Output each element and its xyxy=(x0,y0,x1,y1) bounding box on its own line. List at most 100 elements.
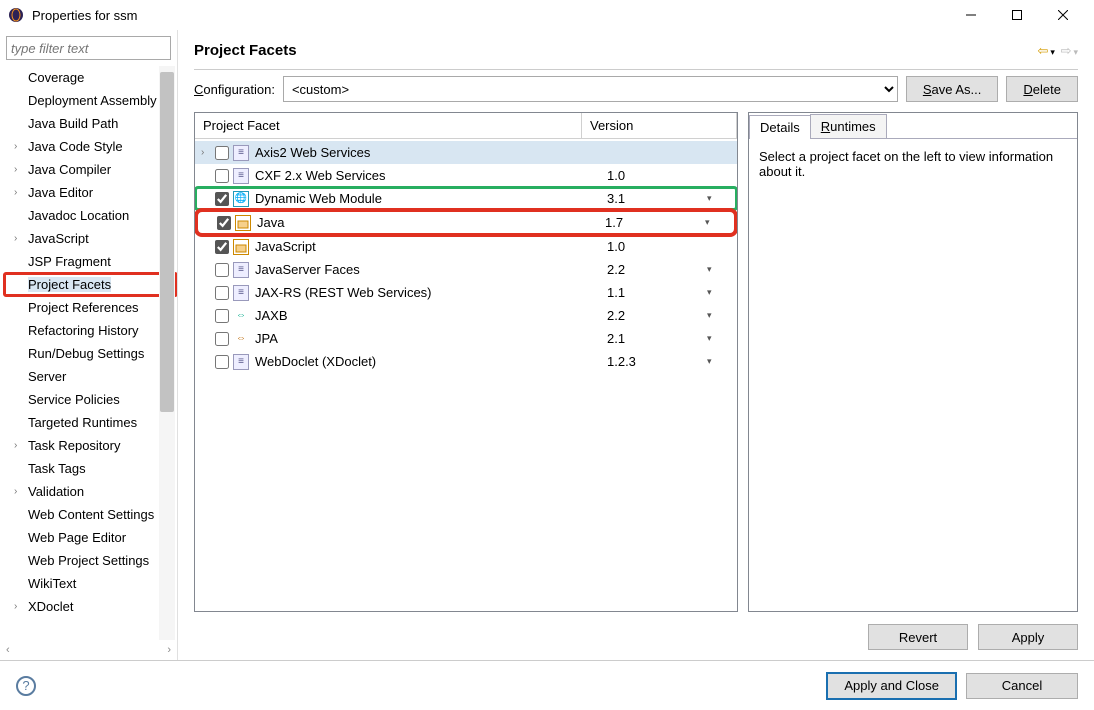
facet-name: JPA xyxy=(253,331,607,346)
tree-scrollbar[interactable] xyxy=(159,66,175,640)
facet-version: 2.2 xyxy=(607,308,707,323)
facet-name: JAXB xyxy=(253,308,607,323)
sidebar-item-xdoclet[interactable]: ›XDoclet xyxy=(4,595,177,618)
tab-runtimes[interactable]: Runtimes xyxy=(810,114,887,138)
sidebar-item-label: Project References xyxy=(28,300,139,315)
version-dropdown-icon[interactable]: ▾ xyxy=(707,193,737,204)
sidebar-item-label: Run/Debug Settings xyxy=(28,346,144,361)
revert-button[interactable]: Revert xyxy=(868,624,968,650)
sidebar-item-project-references[interactable]: Project References xyxy=(4,296,177,319)
version-dropdown-icon[interactable]: ▾ xyxy=(705,217,735,228)
sidebar-item-web-project-settings[interactable]: Web Project Settings xyxy=(4,549,177,572)
sidebar-item-run-debug-settings[interactable]: Run/Debug Settings xyxy=(4,342,177,365)
sidebar-item-label: Server xyxy=(28,369,66,384)
sidebar-item-javascript[interactable]: ›JavaScript xyxy=(4,227,177,250)
facet-row-jaxb[interactable]: ⇔JAXB2.2▾ xyxy=(195,304,737,327)
sidebar-item-jsp-fragment[interactable]: JSP Fragment xyxy=(4,250,177,273)
window-title: Properties for ssm xyxy=(32,8,137,23)
facet-name: CXF 2.x Web Services xyxy=(253,168,607,183)
facet-name: JAX-RS (REST Web Services) xyxy=(253,285,607,300)
facet-checkbox[interactable] xyxy=(215,309,229,323)
filter-input[interactable] xyxy=(6,36,171,60)
facet-row-javascript[interactable]: JavaScript1.0 xyxy=(195,235,737,258)
column-header-facet[interactable]: Project Facet xyxy=(195,113,582,138)
sidebar-item-targeted-runtimes[interactable]: Targeted Runtimes xyxy=(4,411,177,434)
detail-panel: Details Runtimes Select a project facet … xyxy=(748,112,1078,612)
web-icon: 🌐 xyxy=(233,191,249,207)
facet-checkbox[interactable] xyxy=(215,169,229,183)
sidebar-item-label: XDoclet xyxy=(28,599,74,614)
sidebar-item-java-code-style[interactable]: ›Java Code Style xyxy=(4,135,177,158)
facet-version: 1.0 xyxy=(607,168,707,183)
sidebar-item-label: Web Content Settings xyxy=(28,507,154,522)
facet-checkbox[interactable] xyxy=(215,286,229,300)
sidebar-item-label: Java Build Path xyxy=(28,116,118,131)
version-dropdown-icon[interactable]: ▾ xyxy=(707,310,737,321)
minimize-button[interactable] xyxy=(948,0,994,30)
facet-checkbox[interactable] xyxy=(215,146,229,160)
version-dropdown-icon[interactable]: ▾ xyxy=(707,287,737,298)
configuration-label: Configuration: xyxy=(194,82,275,97)
sidebar-item-label: JavaScript xyxy=(28,231,89,246)
sidebar-item-label: Java Code Style xyxy=(28,139,123,154)
sidebar-item-label: Task Tags xyxy=(28,461,86,476)
facet-row-java[interactable]: Java1.7▾ xyxy=(197,211,735,234)
tab-details[interactable]: Details xyxy=(749,115,811,139)
sidebar-item-java-compiler[interactable]: ›Java Compiler xyxy=(4,158,177,181)
sidebar-item-server[interactable]: Server xyxy=(4,365,177,388)
facet-version: 3.1 xyxy=(607,191,707,206)
sidebar-item-javadoc-location[interactable]: Javadoc Location xyxy=(4,204,177,227)
doc-icon: ≡ xyxy=(233,354,249,370)
version-dropdown-icon[interactable]: ▾ xyxy=(707,264,737,275)
version-dropdown-icon[interactable]: ▾ xyxy=(707,356,737,367)
sidebar-item-web-content-settings[interactable]: Web Content Settings xyxy=(4,503,177,526)
sidebar-item-coverage[interactable]: Coverage xyxy=(4,66,177,89)
sidebar-item-task-tags[interactable]: Task Tags xyxy=(4,457,177,480)
sidebar-item-web-page-editor[interactable]: Web Page Editor xyxy=(4,526,177,549)
sidebar-item-label: Javadoc Location xyxy=(28,208,129,223)
save-as-button[interactable]: Save As... xyxy=(906,76,999,102)
java-icon xyxy=(233,239,249,255)
facet-row-axis2-web-services[interactable]: ›≡Axis2 Web Services xyxy=(195,141,737,164)
sidebar-item-label: Web Page Editor xyxy=(28,530,126,545)
facet-row-cxf-2-x-web-services[interactable]: ≡ CXF 2.x Web Services1.0 xyxy=(195,164,737,187)
category-tree[interactable]: CoverageDeployment Assembly Java Build Pa… xyxy=(0,66,177,640)
facet-checkbox[interactable] xyxy=(215,192,229,206)
apply-button[interactable]: Apply xyxy=(978,624,1078,650)
facet-checkbox[interactable] xyxy=(215,263,229,277)
cancel-button[interactable]: Cancel xyxy=(966,673,1078,699)
configuration-select[interactable]: <custom> xyxy=(283,76,898,102)
sidebar-item-label: Web Project Settings xyxy=(28,553,149,568)
sidebar-item-project-facets[interactable]: Project Facets xyxy=(4,273,177,296)
tree-horizontal-scroll[interactable]: ‹› xyxy=(0,640,177,660)
close-button[interactable] xyxy=(1040,0,1086,30)
facet-name: WebDoclet (XDoclet) xyxy=(253,354,607,369)
sidebar-item-task-repository[interactable]: ›Task Repository xyxy=(4,434,177,457)
facet-checkbox[interactable] xyxy=(215,240,229,254)
sidebar-item-service-policies[interactable]: Service Policies xyxy=(4,388,177,411)
column-header-version[interactable]: Version xyxy=(582,113,737,138)
sidebar-item-refactoring-history[interactable]: Refactoring History xyxy=(4,319,177,342)
sidebar-item-validation[interactable]: ›Validation xyxy=(4,480,177,503)
facet-checkbox[interactable] xyxy=(215,332,229,346)
maximize-button[interactable] xyxy=(994,0,1040,30)
facet-checkbox[interactable] xyxy=(215,355,229,369)
titlebar: Properties for ssm xyxy=(0,0,1094,30)
sidebar-item-java-build-path[interactable]: Java Build Path xyxy=(4,112,177,135)
facet-row-jax-rs-rest-web-services-[interactable]: ≡JAX-RS (REST Web Services)1.1▾ xyxy=(195,281,737,304)
facet-checkbox[interactable] xyxy=(217,216,231,230)
facet-row-webdoclet-xdoclet-[interactable]: ≡WebDoclet (XDoclet)1.2.3▾ xyxy=(195,350,737,373)
doc-icon: ≡ xyxy=(233,168,249,184)
sidebar-item-java-editor[interactable]: ›Java Editor xyxy=(4,181,177,204)
delete-button[interactable]: Delete xyxy=(1006,76,1078,102)
nav-history-icons[interactable]: ⇦▾ ⇨▾ xyxy=(1036,43,1079,59)
sidebar-item-wikitext[interactable]: WikiText xyxy=(4,572,177,595)
sidebar-item-label: Validation xyxy=(28,484,84,499)
facet-row-javaserver-faces[interactable]: ≡JavaServer Faces2.2▾ xyxy=(195,258,737,281)
apply-and-close-button[interactable]: Apply and Close xyxy=(827,673,956,699)
sidebar-item-deployment-assembly[interactable]: Deployment Assembly xyxy=(4,89,177,112)
version-dropdown-icon[interactable]: ▾ xyxy=(707,333,737,344)
facet-row-jpa[interactable]: ⇔JPA2.1▾ xyxy=(195,327,737,350)
facet-row-dynamic-web-module[interactable]: 🌐Dynamic Web Module3.1▾ xyxy=(195,187,737,210)
help-icon[interactable]: ? xyxy=(16,676,36,696)
